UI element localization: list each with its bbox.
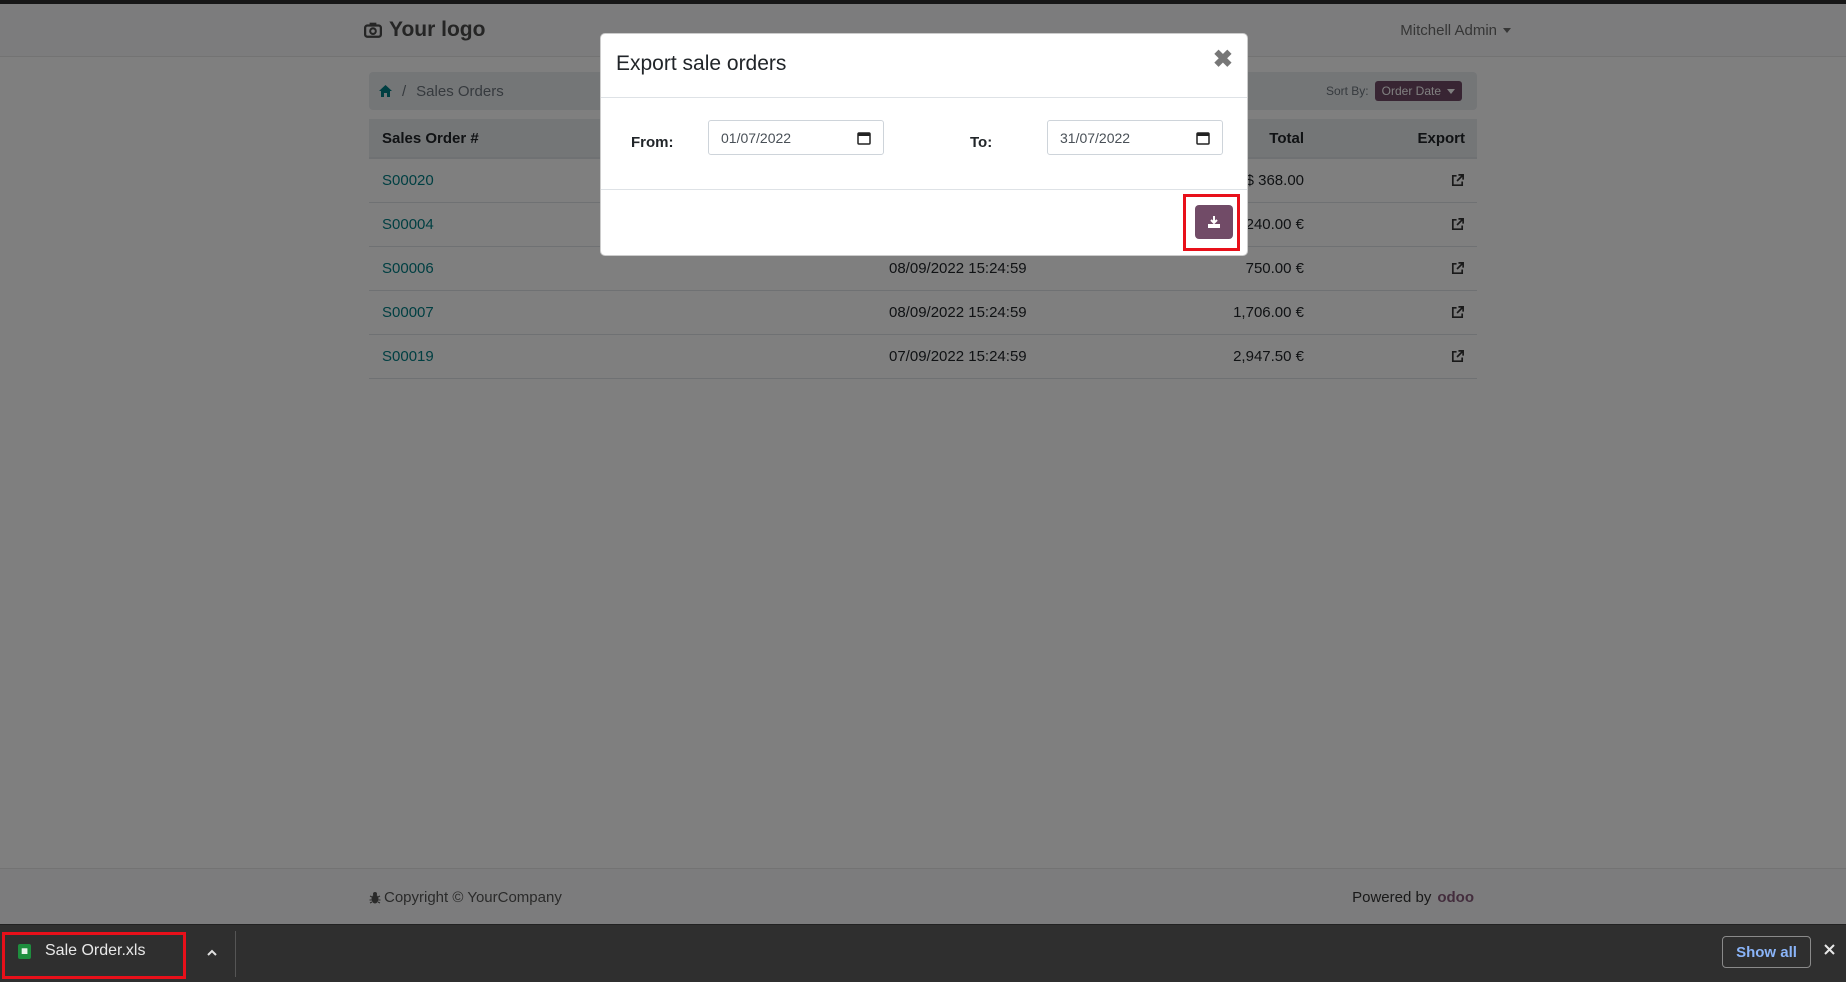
modal-title: Export sale orders (616, 52, 787, 75)
chevron-up-icon[interactable] (205, 946, 219, 960)
show-all-button[interactable]: Show all (1722, 936, 1811, 968)
modal-body: From: 01/07/2022 To: 31/07/2022 (601, 98, 1247, 190)
to-date-value: 31/07/2022 (1060, 129, 1131, 146)
to-date-input[interactable]: 31/07/2022 (1047, 120, 1223, 155)
modal-header: Export sale orders ✖ (601, 34, 1247, 98)
export-modal: Export sale orders ✖ From: 01/07/2022 To… (600, 33, 1248, 256)
from-date-input[interactable]: 01/07/2022 (708, 120, 884, 155)
from-date-value: 01/07/2022 (721, 129, 792, 146)
divider (235, 931, 236, 977)
close-icon[interactable]: ✖ (1213, 48, 1233, 72)
calendar-icon[interactable] (1196, 131, 1210, 145)
close-icon[interactable] (1822, 942, 1837, 957)
downloads-bar: ▦ Sale Order.xls Show all (0, 924, 1846, 982)
modal-footer (601, 190, 1247, 256)
calendar-icon[interactable] (857, 131, 871, 145)
highlight-box (1183, 194, 1240, 251)
highlight-box (2, 932, 186, 979)
to-label: To: (970, 134, 993, 151)
from-label: From: (631, 134, 674, 151)
